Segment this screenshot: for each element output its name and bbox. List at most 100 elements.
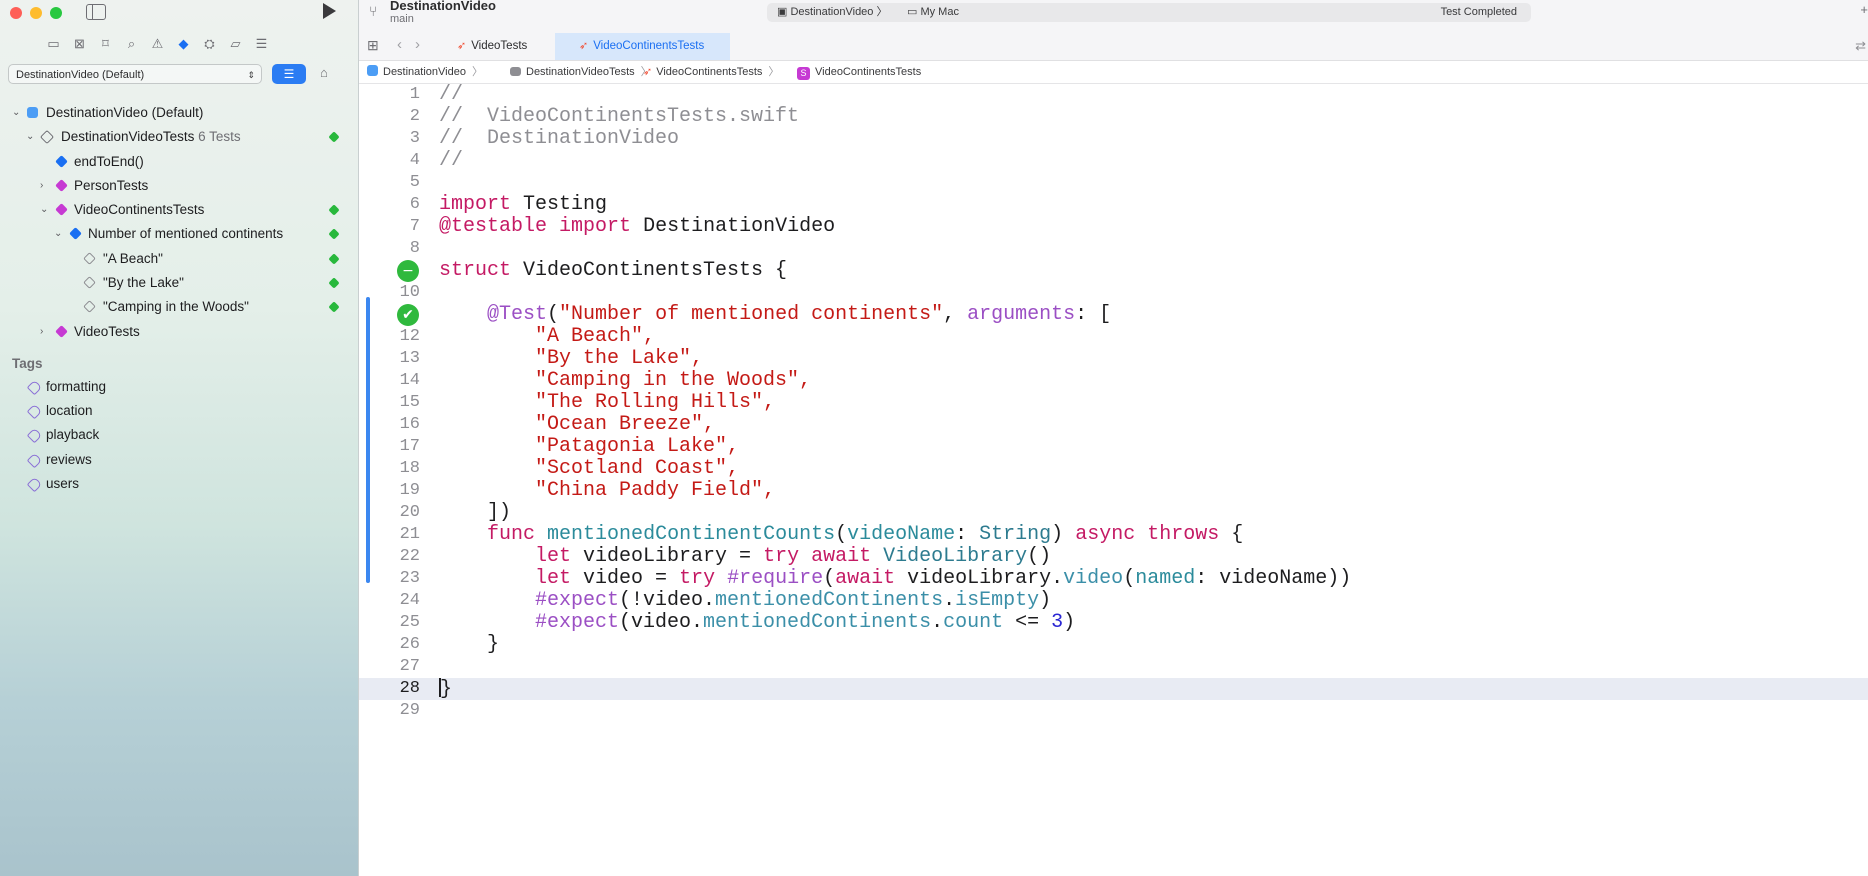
- tag-filter-icon[interactable]: ⌂: [320, 65, 328, 80]
- close-window-button[interactable]: [10, 7, 22, 19]
- test-navigator-icon[interactable]: ◆: [176, 36, 191, 51]
- chevron-down-icon[interactable]: ⌄: [26, 125, 34, 149]
- tag-icon: [26, 403, 43, 420]
- folder-icon[interactable]: ▭: [46, 36, 61, 51]
- test-passed-icon[interactable]: [328, 204, 340, 216]
- zoom-window-button[interactable]: [50, 7, 62, 19]
- tree-row-test-function[interactable]: endToEnd(): [0, 150, 358, 174]
- tree-row-test-argument[interactable]: "By the Lake": [0, 271, 358, 295]
- editor-options-icon[interactable]: ⇄: [1855, 38, 1866, 54]
- tree-row-test-argument[interactable]: "Camping in the Woods": [0, 295, 358, 319]
- report-icon[interactable]: ☰: [254, 36, 269, 51]
- chevron-down-icon[interactable]: ⌄: [54, 222, 62, 246]
- line-number: 4: [409, 151, 420, 170]
- window-controls: [10, 7, 62, 19]
- line-number: 23: [399, 569, 420, 588]
- test-function-icon: [55, 154, 68, 168]
- test-passed-icon[interactable]: [328, 131, 340, 143]
- code-line: ✔ @Test("Number of mentioned continents"…: [359, 304, 1868, 326]
- code-line: 7 @testable import DestinationVideo: [359, 216, 1868, 238]
- tab-label: VideoContinentsTests: [593, 40, 705, 52]
- tag-item[interactable]: playback: [0, 423, 358, 447]
- tree-row-test-argument[interactable]: "A Beach": [0, 247, 358, 271]
- test-passed-badge-icon[interactable]: ✔: [397, 304, 419, 326]
- folder-icon: [510, 67, 521, 76]
- test-suite-icon: [55, 324, 68, 338]
- chevron-right-icon[interactable]: ›: [40, 320, 43, 344]
- tag-item[interactable]: reviews: [0, 448, 358, 472]
- tree-row-parameterized-test[interactable]: ⌄ Number of mentioned continents: [0, 222, 358, 246]
- back-chevron-icon[interactable]: ‹: [397, 36, 402, 53]
- sidebar-toggle-icon[interactable]: [86, 4, 106, 20]
- tab-videotests[interactable]: ➶ VideoTests: [445, 33, 553, 60]
- source-editor[interactable]: 1 // 2 // VideoContinentsTests.swift 3 // D…: [359, 84, 1868, 876]
- minimize-window-button[interactable]: [30, 7, 42, 19]
- run-destination-selector[interactable]: ▭ My Mac: [907, 3, 959, 22]
- breadcrumb-folder[interactable]: DestinationVideoTests 〉: [510, 61, 652, 83]
- line-number: 6: [409, 195, 420, 214]
- code-line: 21 func mentionedContinentCounts(videoNa…: [359, 524, 1868, 546]
- related-items-icon[interactable]: ⊞: [367, 37, 379, 54]
- project-title[interactable]: DestinationVideo: [390, 0, 496, 13]
- project-icon: [367, 65, 378, 76]
- line-number: 18: [399, 459, 420, 478]
- tree-row-suite[interactable]: › PersonTests: [0, 174, 358, 198]
- code-text: #expect(!video.mentionedContinents.isEmp…: [535, 589, 1052, 612]
- tree-row-label: "By the Lake": [103, 275, 184, 291]
- tree-row-suite[interactable]: › VideoTests: [0, 320, 358, 344]
- branch-name[interactable]: main: [390, 13, 414, 25]
- test-passed-icon[interactable]: [328, 228, 340, 241]
- test-passed-icon[interactable]: [328, 301, 340, 314]
- tag-item[interactable]: users: [0, 472, 358, 496]
- code-text: }: [439, 678, 452, 701]
- tag-item[interactable]: location: [0, 399, 358, 423]
- line-number: 3: [409, 129, 420, 148]
- line-number: 17: [399, 437, 420, 456]
- breakpoint-icon[interactable]: ▱: [228, 36, 243, 51]
- navigator-sidebar: ▭ ⊠ ⌑ ⌕ ⚠ ◆ ⛭ ▱ ☰ DestinationVideo (Defa…: [0, 0, 359, 876]
- scheme-name: DestinationVideo: [790, 6, 874, 18]
- tab-label: VideoTests: [471, 40, 528, 52]
- tab-videocontinentstests[interactable]: ➶ VideoContinentsTests: [555, 33, 730, 60]
- test-suite-icon: [55, 179, 68, 192]
- code-text: @Test("Number of mentioned continents", …: [487, 303, 1112, 326]
- scheme-filter-select[interactable]: DestinationVideo (Default) ⇕: [8, 64, 262, 84]
- code-line: 4 //: [359, 150, 1868, 172]
- source-control-icon[interactable]: ⊠: [72, 36, 87, 51]
- add-icon[interactable]: +: [1860, 2, 1868, 17]
- code-text: "Ocean Breeze",: [535, 413, 716, 436]
- issue-warning-icon[interactable]: ⚠: [150, 36, 165, 51]
- tree-row-test-plan[interactable]: ⌄ DestinationVideo (Default): [0, 101, 358, 125]
- code-text: // DestinationVideo: [439, 127, 680, 150]
- tree-row-label: DestinationVideoTests: [61, 129, 195, 145]
- test-passed-icon[interactable]: [328, 277, 340, 289]
- breadcrumb-file[interactable]: ➶ VideoContinentsTests 〉: [643, 61, 779, 83]
- tag-item[interactable]: formatting: [0, 375, 358, 399]
- chevron-down-icon[interactable]: ⌄: [40, 198, 48, 222]
- test-passed-icon[interactable]: [328, 253, 340, 265]
- tree-row-label: VideoContinentsTests: [74, 202, 205, 218]
- test-argument-icon: [83, 300, 96, 314]
- scheme-selector[interactable]: ▣ DestinationVideo 〉: [777, 3, 887, 22]
- test-plan-icon: [27, 107, 38, 118]
- bookmark-icon[interactable]: ⌑: [98, 36, 113, 51]
- run-icon[interactable]: [323, 3, 336, 19]
- tree-row-label: endToEnd(): [74, 153, 144, 169]
- suite-passed-badge-icon[interactable]: −: [397, 260, 419, 282]
- debug-icon[interactable]: ⛭: [202, 36, 217, 51]
- test-suite-icon: [55, 203, 68, 217]
- filter-list-button[interactable]: ☰: [272, 64, 306, 84]
- chevron-right-icon[interactable]: ›: [40, 174, 43, 198]
- test-count: 6 Tests: [198, 129, 241, 145]
- chevron-down-icon[interactable]: ⌄: [12, 101, 20, 125]
- breadcrumb-symbol[interactable]: S VideoContinentsTests: [797, 61, 921, 83]
- find-icon[interactable]: ⌕: [124, 36, 139, 51]
- code-text: #expect(video.mentionedContinents.count …: [535, 611, 1076, 634]
- code-line: 5: [359, 172, 1868, 194]
- tree-row-suite[interactable]: ⌄ VideoContinentsTests: [0, 198, 358, 222]
- breadcrumb-project[interactable]: DestinationVideo 〉: [367, 61, 483, 83]
- code-line: 25 #expect(video.mentionedContinents.cou…: [359, 612, 1868, 634]
- tree-row-test-target[interactable]: ⌄ DestinationVideoTests 6 Tests: [0, 125, 358, 149]
- forward-chevron-icon[interactable]: ›: [415, 36, 420, 53]
- code-text: "A Beach",: [535, 325, 656, 348]
